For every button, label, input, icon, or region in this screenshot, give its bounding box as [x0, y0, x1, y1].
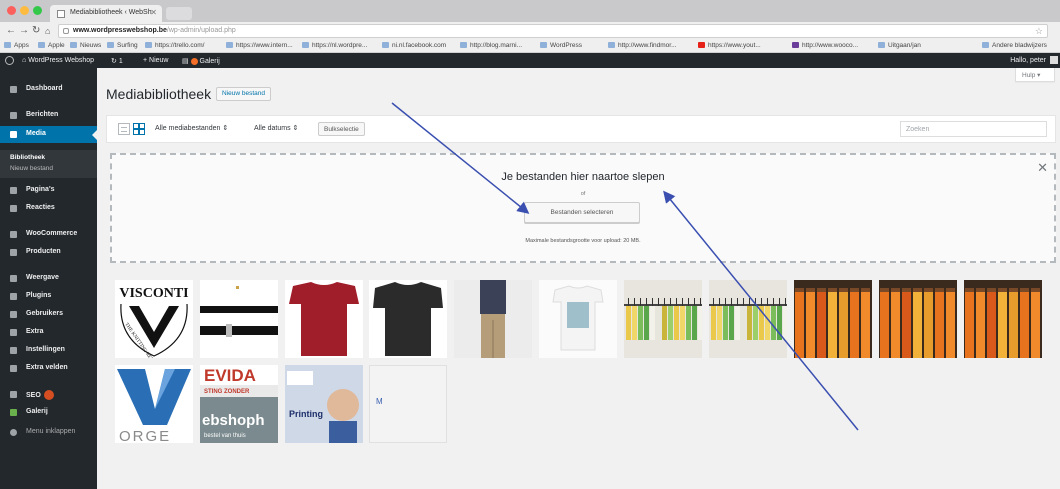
annotation-arrows	[391, 102, 859, 431]
arrow-to-dropzone	[663, 190, 859, 431]
arrow-to-select-files	[391, 102, 530, 214]
